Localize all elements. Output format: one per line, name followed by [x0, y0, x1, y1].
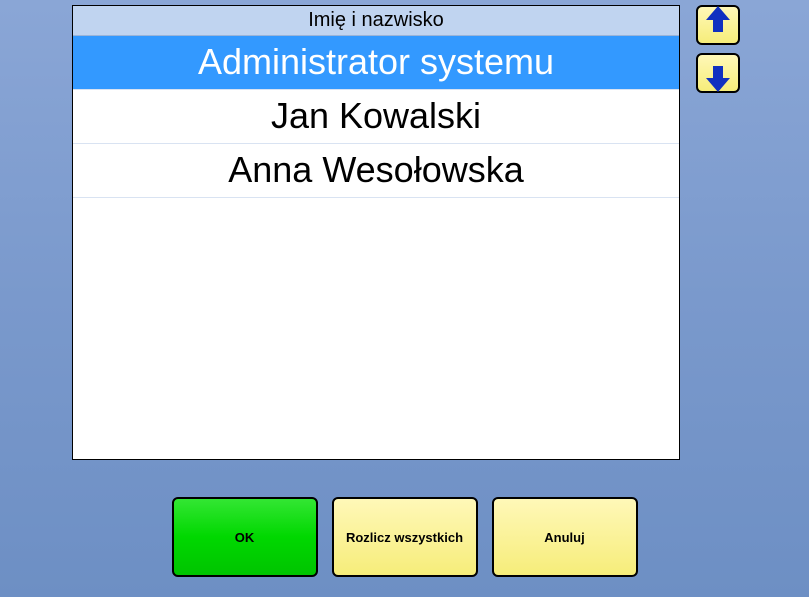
- list-column-header[interactable]: Imię i nazwisko: [73, 6, 679, 36]
- button-bar: OK Rozlicz wszystkich Anuluj: [0, 497, 809, 577]
- scroll-down-button[interactable]: [696, 53, 740, 93]
- list-body: Administrator systemu Jan Kowalski Anna …: [73, 36, 679, 198]
- list-item[interactable]: Jan Kowalski: [73, 90, 679, 144]
- ok-button[interactable]: OK: [172, 497, 318, 577]
- list-panel: Imię i nazwisko Administrator systemu Ja…: [72, 5, 740, 460]
- arrow-down-icon: [713, 66, 723, 80]
- settle-all-button[interactable]: Rozlicz wszystkich: [332, 497, 478, 577]
- user-list-container: Imię i nazwisko Administrator systemu Ja…: [72, 5, 680, 460]
- arrow-up-icon: [713, 18, 723, 32]
- cancel-button[interactable]: Anuluj: [492, 497, 638, 577]
- scroll-up-button[interactable]: [696, 5, 740, 45]
- list-item[interactable]: Administrator systemu: [73, 36, 679, 90]
- list-item[interactable]: Anna Wesołowska: [73, 144, 679, 198]
